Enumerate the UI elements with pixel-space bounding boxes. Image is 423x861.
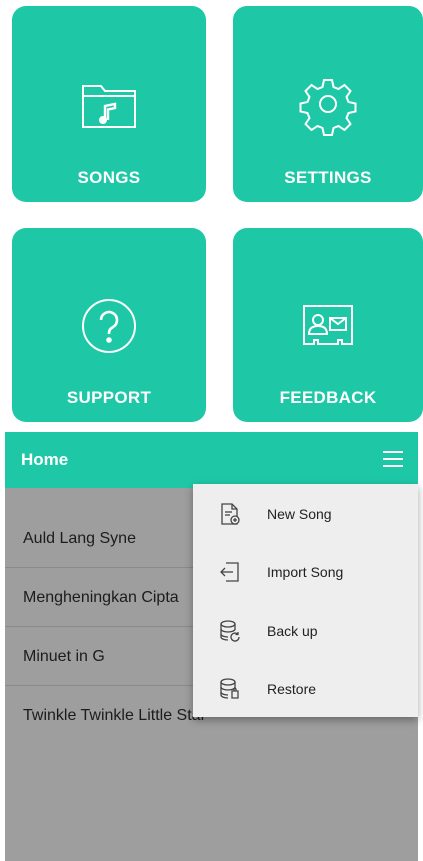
song-title: Minuet in G <box>23 647 105 665</box>
contact-card-icon <box>303 305 353 345</box>
hamburger-menu-icon[interactable] <box>380 446 406 472</box>
menu-item-label: Back up <box>267 623 318 639</box>
import-icon <box>220 562 239 582</box>
menu-item-label: Restore <box>267 681 317 697</box>
menu-item-label: Import Song <box>267 564 344 580</box>
song-title: Auld Lang Syne <box>23 529 136 547</box>
song-title: Mengheningkan Cipta <box>23 588 179 606</box>
music-folder-icon <box>82 85 136 128</box>
menu-item-restore[interactable]: Restore <box>193 660 418 718</box>
database-backup-icon <box>220 620 240 642</box>
support-label: SUPPORT <box>66 388 152 407</box>
help-circle-icon <box>82 299 136 353</box>
database-restore-icon <box>220 678 239 699</box>
songs-label: SONGS <box>77 168 141 187</box>
menu-item-label: New Song <box>267 506 332 522</box>
settings-tile[interactable]: SETTINGS <box>233 6 423 202</box>
settings-label: SETTINGS <box>284 168 372 187</box>
app-bar: Home <box>5 432 418 488</box>
menu-item-back-up[interactable]: Back up <box>193 602 418 660</box>
overflow-menu: New Song Import Song Back up Restore <box>193 484 418 717</box>
support-tile[interactable]: SUPPORT <box>12 228 206 422</box>
songs-tile[interactable]: SONGS <box>12 6 206 202</box>
new-file-icon <box>221 503 240 525</box>
gear-icon <box>299 79 357 136</box>
menu-item-new-song[interactable]: New Song <box>193 485 418 543</box>
feedback-tile[interactable]: FEEDBACK <box>233 228 423 422</box>
feedback-label: FEEDBACK <box>279 388 377 407</box>
menu-item-import-song[interactable]: Import Song <box>193 543 418 601</box>
song-title: Twinkle Twinkle Little Star <box>23 707 206 724</box>
page-title: Home <box>21 450 69 469</box>
